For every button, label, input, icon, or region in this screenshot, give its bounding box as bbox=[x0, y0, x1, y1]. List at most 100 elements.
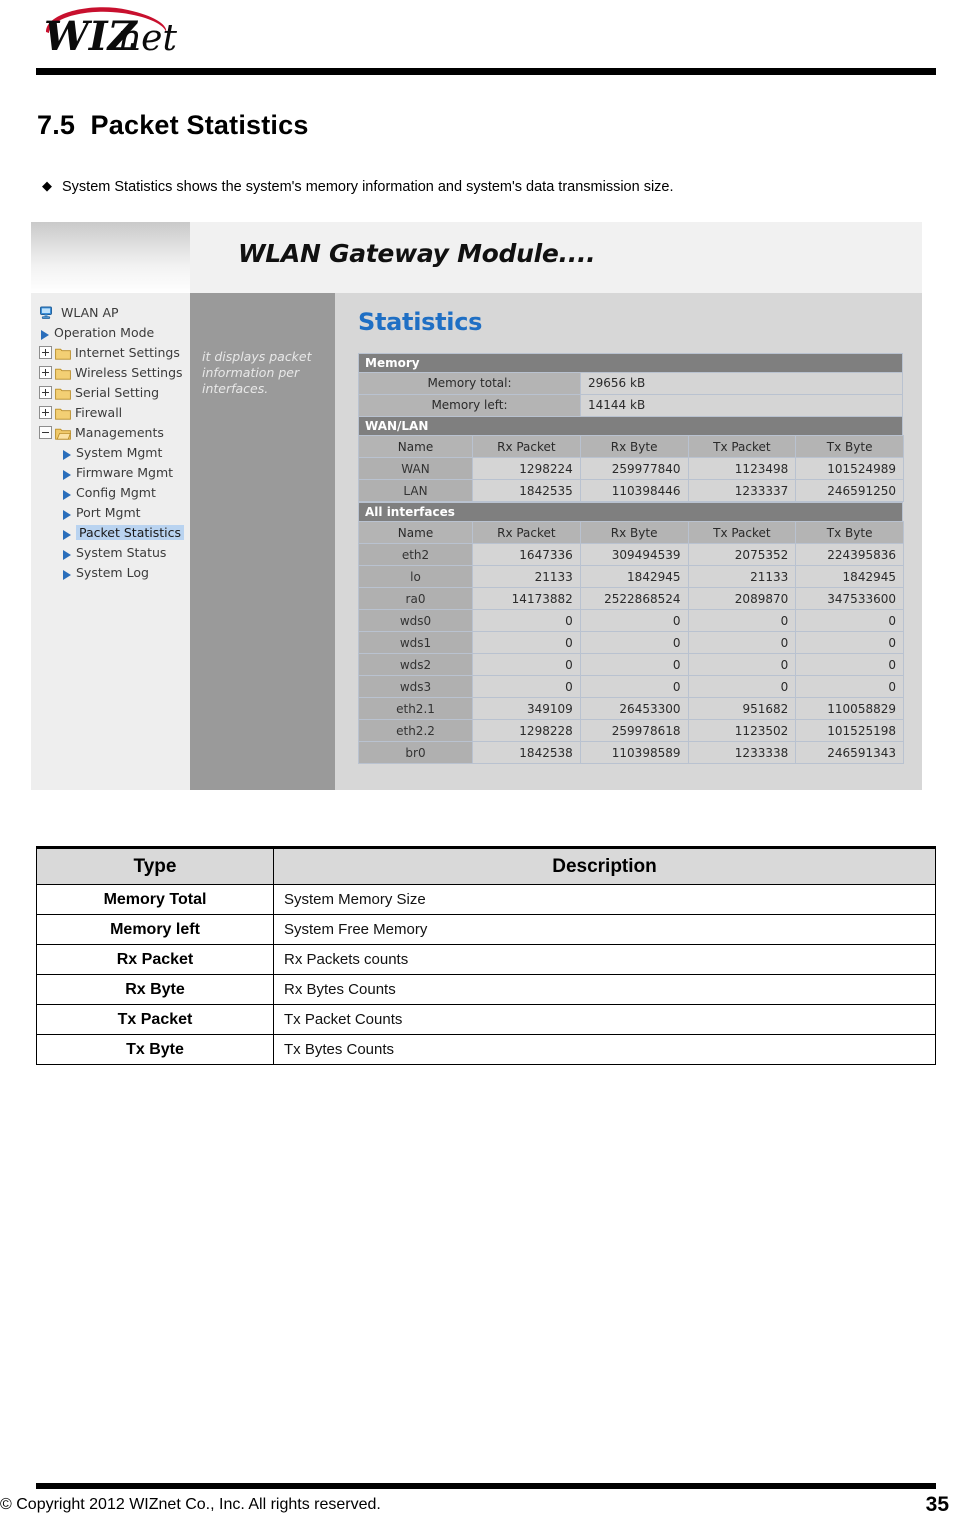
arrow-bullet-icon bbox=[63, 489, 71, 500]
allinterfaces-cell: 349109 bbox=[472, 697, 581, 720]
allinterfaces-interface-name: wds2 bbox=[358, 653, 473, 676]
wanlan-band-label: WAN/LAN bbox=[358, 416, 903, 435]
folder-icon bbox=[55, 406, 71, 420]
description-body: Memory Total System Memory Size Memory lef… bbox=[36, 884, 936, 1065]
sidebar-item-internet-settings[interactable]: Internet Settings bbox=[31, 343, 190, 363]
sidebar-item-operation-mode[interactable]: Operation Mode bbox=[31, 323, 190, 343]
expand-plus-icon[interactable] bbox=[39, 366, 52, 379]
wanlan-body: WAN 1298224 259977840 1123498 101524989 LAN 18… bbox=[358, 457, 904, 502]
sidebar-item-system-status[interactable]: System Status bbox=[31, 543, 190, 563]
banner-title: WLAN Gateway Module.... bbox=[238, 239, 596, 268]
allinterfaces-column-header: Rx Packet bbox=[472, 521, 581, 544]
allinterfaces-cell: 0 bbox=[472, 609, 581, 632]
allinterfaces-cell: 1842945 bbox=[795, 565, 904, 588]
table-row: Tx Byte Tx Bytes Counts bbox=[36, 1034, 936, 1065]
wanlan-cell: 1298224 bbox=[472, 457, 581, 480]
allinterfaces-cell: 26453300 bbox=[579, 697, 689, 720]
table-row: ra0 14173882 2522868524 2089870 347533600 bbox=[358, 587, 904, 610]
sidebar-item-port-mgmt[interactable]: Port Mgmt bbox=[31, 503, 190, 523]
description-text-cell: Tx Bytes Counts bbox=[273, 1034, 936, 1065]
allinterfaces-body: eth2 1647336 309494539 2075352 224395836 lo 21… bbox=[358, 543, 904, 764]
allinterfaces-cell: 0 bbox=[687, 609, 797, 632]
sidebar-item-firewall[interactable]: Firewall bbox=[31, 403, 190, 423]
computer-icon bbox=[39, 306, 53, 320]
allinterfaces-cell: 0 bbox=[795, 609, 904, 632]
table-row: Tx Packet Tx Packet Counts bbox=[36, 1004, 936, 1035]
folder-icon bbox=[55, 386, 71, 400]
sidebar-item-label: System Status bbox=[76, 545, 167, 560]
section-number: 7.5 bbox=[37, 110, 76, 140]
allinterfaces-cell: 2089870 bbox=[687, 587, 797, 610]
allinterfaces-interface-name: eth2 bbox=[358, 543, 473, 566]
tree-root-wlan-ap[interactable]: WLAN AP bbox=[31, 303, 190, 323]
allinterfaces-cell: 2075352 bbox=[687, 543, 797, 566]
allinterfaces-column-header: Rx Byte bbox=[579, 521, 689, 544]
wanlan-header-row: Name Rx Packet Rx Byte Tx Packet Tx Byte bbox=[358, 435, 904, 458]
description-text-cell: System Memory Size bbox=[273, 884, 936, 915]
memory-row-value: 29656 kB bbox=[581, 373, 902, 394]
sidebar-item-serial-setting[interactable]: Serial Setting bbox=[31, 383, 190, 403]
description-text-cell: Rx Packets counts bbox=[273, 944, 936, 975]
sidebar-item-system-log[interactable]: System Log bbox=[31, 563, 190, 583]
description-text-cell: Rx Bytes Counts bbox=[273, 974, 936, 1005]
memory-row-value: 14144 kB bbox=[581, 395, 902, 416]
memory-rows: Memory total: 29656 kB Memory left: 14144 k… bbox=[358, 372, 903, 416]
sidebar-item-wireless-settings[interactable]: Wireless Settings bbox=[31, 363, 190, 383]
allinterfaces-table: Name Rx Packet Rx Byte Tx Packet Tx Byte eth… bbox=[358, 521, 904, 764]
allinterfaces-cell: 1123502 bbox=[687, 719, 797, 742]
allinterfaces-cell: 0 bbox=[579, 609, 689, 632]
sidebar-item-label: System Log bbox=[76, 565, 149, 580]
wanlan-interface-name: WAN bbox=[358, 457, 473, 480]
folder-icon bbox=[55, 346, 71, 360]
wanlan-cell: 1123498 bbox=[687, 457, 797, 480]
allinterfaces-cell: 0 bbox=[579, 631, 689, 654]
help-note-panel: it displays packet information per inter… bbox=[190, 293, 335, 790]
allinterfaces-cell: 110398589 bbox=[579, 741, 689, 764]
description-type-cell: Memory Total bbox=[36, 884, 274, 915]
allinterfaces-cell: 2522868524 bbox=[579, 587, 689, 610]
arrow-bullet-icon bbox=[41, 329, 49, 340]
allinterfaces-cell: 309494539 bbox=[579, 543, 689, 566]
sidebar-item-label: Firewall bbox=[75, 405, 123, 420]
expand-plus-icon[interactable] bbox=[39, 346, 52, 359]
table-row: WAN 1298224 259977840 1123498 101524989 bbox=[358, 457, 904, 480]
wanlan-column-header: Rx Byte bbox=[579, 435, 689, 458]
table-row: eth2 1647336 309494539 2075352 224395836 bbox=[358, 543, 904, 566]
bullet-item: ◆ System Statistics shows the system's me… bbox=[42, 178, 674, 195]
sidebar-item-managements[interactable]: Managements bbox=[31, 423, 190, 443]
folder-icon bbox=[55, 366, 71, 380]
sidebar-item-label: Serial Setting bbox=[75, 385, 160, 400]
allinterfaces-cell: 0 bbox=[795, 675, 904, 698]
expand-plus-icon[interactable] bbox=[39, 386, 52, 399]
wanlan-column-header: Tx Byte bbox=[795, 435, 904, 458]
description-text-cell: System Free Memory bbox=[273, 914, 936, 945]
wanlan-cell: 110398446 bbox=[579, 479, 689, 502]
sidebar-item-config-mgmt[interactable]: Config Mgmt bbox=[31, 483, 190, 503]
wanlan-column-header: Name bbox=[358, 435, 473, 458]
allinterfaces-cell: 14173882 bbox=[472, 587, 581, 610]
wanlan-cell: 101524989 bbox=[795, 457, 904, 480]
section-title-text: Packet Statistics bbox=[90, 110, 309, 140]
allinterfaces-cell: 0 bbox=[795, 653, 904, 676]
wanlan-cell: 259977840 bbox=[579, 457, 689, 480]
memory-row-label: Memory total: bbox=[359, 373, 581, 394]
allinterfaces-cell: 0 bbox=[795, 631, 904, 654]
sidebar-item-label: Internet Settings bbox=[75, 345, 180, 360]
page-header: WIZ net bbox=[0, 0, 973, 80]
page-number: 35 bbox=[925, 1493, 949, 1516]
table-row: wds1 0 0 0 0 bbox=[358, 631, 904, 654]
table-row: eth2.1 349109 26453300 951682 110058829 bbox=[358, 697, 904, 720]
allinterfaces-cell: 1842538 bbox=[472, 741, 581, 764]
sidebar-item-packet-statistics[interactable]: Packet Statistics bbox=[31, 523, 190, 543]
table-row: Rx Byte Rx Bytes Counts bbox=[36, 974, 936, 1005]
footer-copyright: © Copyright 2012 WIZnet Co., Inc. All ri… bbox=[0, 1496, 381, 1513]
table-row: LAN 1842535 110398446 1233337 246591250 bbox=[358, 479, 904, 502]
sidebar-item-system-mgmt[interactable]: System Mgmt bbox=[31, 443, 190, 463]
sidebar-item-firmware-mgmt[interactable]: Firmware Mgmt bbox=[31, 463, 190, 483]
allinterfaces-cell: 0 bbox=[687, 675, 797, 698]
tree-item-list: Operation Mode Internet Settings Wireless … bbox=[31, 323, 190, 583]
collapse-minus-icon[interactable] bbox=[39, 426, 52, 439]
arrow-bullet-icon bbox=[63, 549, 71, 560]
expand-plus-icon[interactable] bbox=[39, 406, 52, 419]
wanlan-interface-name: LAN bbox=[358, 479, 473, 502]
